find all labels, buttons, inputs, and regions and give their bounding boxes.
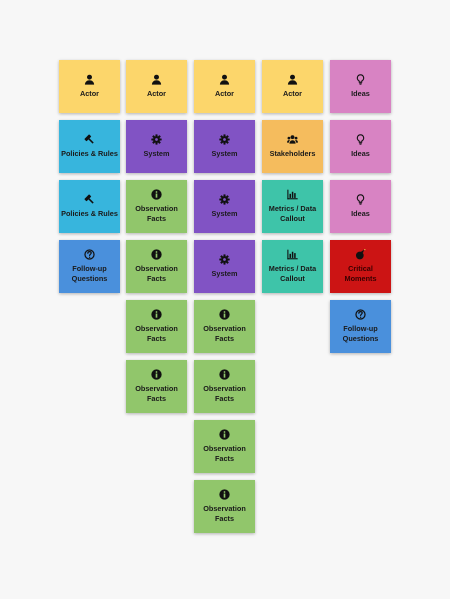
note-label: Observation Facts (203, 444, 246, 463)
note-label: Observation Facts (135, 204, 178, 223)
sticky-note-system[interactable]: System (194, 180, 255, 233)
sticky-note-observation-facts[interactable]: Observation Facts (126, 240, 187, 293)
sticky-note-policies-rules[interactable]: Policies & Rules (59, 120, 120, 173)
info-circle-icon (219, 489, 230, 500)
question-circle-icon (355, 309, 366, 320)
lightbulb-icon (355, 74, 366, 85)
gavel-icon (84, 194, 95, 205)
note-label: Observation Facts (203, 324, 246, 343)
gear-icon (151, 134, 162, 145)
note-label: System (211, 209, 238, 218)
user-icon (219, 74, 230, 85)
question-circle-icon (84, 249, 95, 260)
note-label: System (211, 269, 238, 278)
sticky-note-system[interactable]: System (194, 120, 255, 173)
note-label: Actor (79, 89, 100, 98)
note-label: Observation Facts (135, 264, 178, 283)
info-circle-icon (151, 249, 162, 260)
info-circle-icon (219, 369, 230, 380)
sticky-note-ideas[interactable]: Ideas (330, 120, 391, 173)
note-label: Ideas (351, 209, 370, 218)
sticky-note-follow-up-questions[interactable]: Follow-up Questions (330, 300, 391, 353)
gear-icon (219, 134, 230, 145)
sticky-note-board: Actor Policies & Rules Policies & Rules Fol… (0, 0, 450, 599)
user-icon (287, 74, 298, 85)
user-icon (84, 74, 95, 85)
note-label: Metrics / Data Callout (268, 204, 317, 223)
sticky-note-critical-moments[interactable]: Critical Moments (330, 240, 391, 293)
bar-chart-icon (287, 189, 298, 200)
note-label: Observation Facts (135, 324, 178, 343)
note-column-3: Actor System System System Observation Facts… (194, 60, 255, 540)
sticky-note-follow-up-questions[interactable]: Follow-up Questions (59, 240, 120, 293)
note-label: Critical Moments (344, 264, 377, 283)
note-label: Stakeholders (269, 149, 316, 158)
sticky-note-actor[interactable]: Actor (59, 60, 120, 113)
note-label: Observation Facts (135, 384, 178, 403)
note-column-2: Actor System Observation Facts Observation … (126, 60, 187, 420)
note-label: Actor (214, 89, 235, 98)
sticky-note-system[interactable]: System (126, 120, 187, 173)
sticky-note-policies-rules[interactable]: Policies & Rules (59, 180, 120, 233)
bomb-icon (355, 249, 366, 260)
sticky-note-observation-facts[interactable]: Observation Facts (194, 300, 255, 353)
note-label: Policies & Rules (61, 149, 118, 158)
note-label: Policies & Rules (61, 209, 118, 218)
sticky-note-observation-facts[interactable]: Observation Facts (194, 360, 255, 413)
sticky-note-actor[interactable]: Actor (194, 60, 255, 113)
info-circle-icon (151, 189, 162, 200)
note-label: System (211, 149, 238, 158)
gear-icon (219, 254, 230, 265)
note-label: Metrics / Data Callout (268, 264, 317, 283)
note-column-4: Actor Stakeholders Metrics / Data Callout M… (262, 60, 323, 300)
sticky-note-observation-facts[interactable]: Observation Facts (126, 360, 187, 413)
user-icon (151, 74, 162, 85)
lightbulb-icon (355, 194, 366, 205)
sticky-note-actor[interactable]: Actor (126, 60, 187, 113)
sticky-note-stakeholders[interactable]: Stakeholders (262, 120, 323, 173)
sticky-note-ideas[interactable]: Ideas (330, 180, 391, 233)
sticky-note-observation-facts[interactable]: Observation Facts (126, 180, 187, 233)
note-label: Actor (146, 89, 167, 98)
note-label: Ideas (351, 89, 370, 98)
gear-icon (219, 194, 230, 205)
sticky-note-observation-facts[interactable]: Observation Facts (126, 300, 187, 353)
info-circle-icon (219, 309, 230, 320)
note-label: Ideas (351, 149, 370, 158)
note-label: Observation Facts (203, 504, 246, 523)
lightbulb-icon (355, 134, 366, 145)
note-label: Actor (282, 89, 303, 98)
sticky-note-observation-facts[interactable]: Observation Facts (194, 480, 255, 533)
note-column-5: Ideas Ideas Ideas Critical Moments Follow-up… (330, 60, 391, 360)
sticky-note-observation-facts[interactable]: Observation Facts (194, 420, 255, 473)
info-circle-icon (151, 369, 162, 380)
sticky-note-ideas[interactable]: Ideas (330, 60, 391, 113)
info-circle-icon (151, 309, 162, 320)
note-label: Observation Facts (203, 384, 246, 403)
note-label: Follow-up Questions (71, 264, 108, 283)
users-icon (287, 134, 298, 145)
note-column-1: Actor Policies & Rules Policies & Rules Fol… (59, 60, 120, 300)
gavel-icon (84, 134, 95, 145)
sticky-note-actor[interactable]: Actor (262, 60, 323, 113)
sticky-note-metrics-data-callout[interactable]: Metrics / Data Callout (262, 240, 323, 293)
info-circle-icon (219, 429, 230, 440)
sticky-note-metrics-data-callout[interactable]: Metrics / Data Callout (262, 180, 323, 233)
note-label: Follow-up Questions (342, 324, 379, 343)
bar-chart-icon (287, 249, 298, 260)
sticky-note-system[interactable]: System (194, 240, 255, 293)
note-label: System (143, 149, 170, 158)
